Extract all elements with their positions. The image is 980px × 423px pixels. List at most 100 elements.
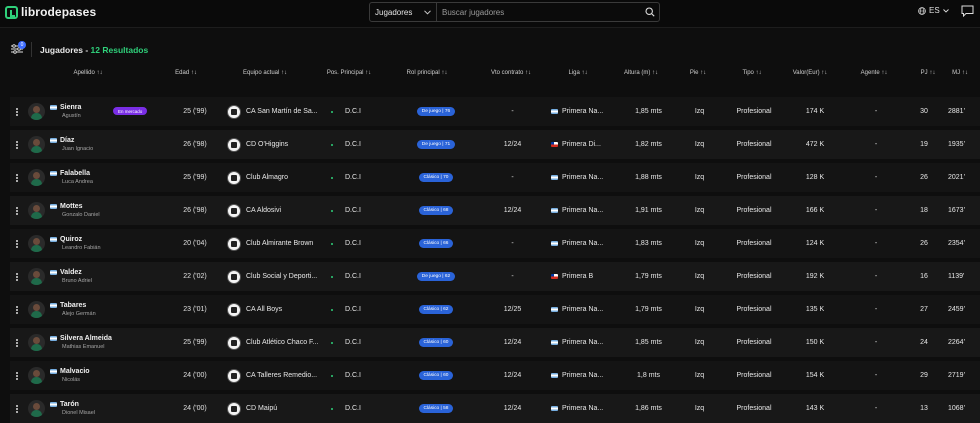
team-cell[interactable]: CA San Martín de Sa... <box>227 97 327 126</box>
team-cell[interactable]: Club Almagro <box>227 163 327 192</box>
team-cell[interactable]: CD O'Higgins <box>227 130 327 159</box>
team-cell[interactable]: CA Aldosivi <box>227 196 327 225</box>
avatar <box>28 367 45 384</box>
team-crest-icon <box>227 137 241 152</box>
language-selector[interactable]: ES <box>918 6 949 15</box>
player-surname[interactable]: Tarón <box>60 401 79 408</box>
player-surname[interactable]: Malvacio <box>60 368 90 375</box>
team-cell[interactable]: CA All Boys <box>227 295 327 324</box>
kebab-icon <box>16 176 18 179</box>
row-menu-button[interactable] <box>12 130 22 159</box>
player-name-cell[interactable]: Falabella Luca Andrea <box>50 163 175 192</box>
column-header-rol[interactable]: Rol principal ↑↓ <box>407 70 448 76</box>
table-row[interactable]: Tabares Alejo Germán 23 ('01) CA All Boy… <box>10 295 980 324</box>
search-category-select[interactable]: Jugadores <box>370 3 437 21</box>
row-menu-button[interactable] <box>12 97 22 126</box>
player-name-cell[interactable]: Silvera Almeida Mathias Emanuel <box>50 328 175 357</box>
foot-cell: Izq <box>694 108 705 115</box>
table-row[interactable]: Mottes Gonzalo Daniel 26 ('98) CA Aldosi… <box>10 196 980 225</box>
flag-icon <box>551 142 558 147</box>
row-menu-button[interactable] <box>12 295 22 324</box>
column-header-edad[interactable]: Edad ↑↓ <box>175 70 197 76</box>
avatar <box>28 169 45 186</box>
column-header-tipo[interactable]: Tipo ↑↓ <box>742 70 761 76</box>
team-cell[interactable]: CD Maipú <box>227 394 327 423</box>
league-cell: Primera Na... <box>551 97 611 126</box>
row-menu-button[interactable] <box>12 328 22 357</box>
table-row[interactable]: Malvacio Nicolás 24 ('00) CA Talleres Re… <box>10 361 980 390</box>
age-cell: 20 ('04) <box>183 240 207 247</box>
value-cell: 150 K <box>805 339 825 346</box>
column-header-posicion[interactable]: Pos. Principal ↑↓ <box>327 70 371 76</box>
position-dot-icon <box>331 407 333 410</box>
player-surname[interactable]: Díaz <box>60 137 74 144</box>
column-header-pie[interactable]: Pie ↑↓ <box>690 70 706 76</box>
chat-button[interactable] <box>961 5 974 19</box>
row-menu-button[interactable] <box>12 394 22 423</box>
player-name-cell[interactable]: Quiroz Leandro Fabián <box>50 229 175 258</box>
search-input[interactable] <box>437 3 641 21</box>
column-header-pj[interactable]: PJ ↑↓ <box>921 70 936 76</box>
avatar <box>28 103 45 120</box>
player-name-cell[interactable]: Tabares Alejo Germán <box>50 295 175 324</box>
minutes-played-cell: 2354' <box>948 240 965 247</box>
position-dot-icon <box>331 275 333 278</box>
flag-icon <box>50 303 57 308</box>
player-surname[interactable]: Quiroz <box>60 236 82 243</box>
team-cell[interactable]: Club Almirante Brown <box>227 229 327 258</box>
role-badge: De juego | 76 <box>416 107 456 116</box>
table-row[interactable]: Valdez Bruno Adriel 22 ('02) Club Social… <box>10 262 980 291</box>
player-surname[interactable]: Tabares <box>60 302 86 309</box>
player-name-cell[interactable]: Díaz Juan Ignacio <box>50 130 175 159</box>
value-cell: 174 K <box>805 108 825 115</box>
player-name-cell[interactable]: Mottes Gonzalo Daniel <box>50 196 175 225</box>
row-menu-button[interactable] <box>12 262 22 291</box>
team-cell[interactable]: Club Social y Deporti... <box>227 262 327 291</box>
table-row[interactable]: Díaz Juan Ignacio 26 ('98) CD O'Higgins … <box>10 130 980 159</box>
league-name: Primera Di... <box>562 141 601 148</box>
column-header-agente[interactable]: Agente ↑↓ <box>861 70 888 76</box>
avatar <box>28 235 45 252</box>
column-header-altura[interactable]: Altura (m) ↑↓ <box>624 70 658 76</box>
column-header-equipo[interactable]: Equipo actual ↑↓ <box>243 70 287 76</box>
logo-icon <box>5 5 18 19</box>
search-button[interactable] <box>641 3 659 21</box>
column-header-vto[interactable]: Vto contrato ↑↓ <box>491 70 531 76</box>
player-name-cell[interactable]: Malvacio Nicolás <box>50 361 175 390</box>
value-cell: 128 K <box>805 174 825 181</box>
player-surname[interactable]: Sienra <box>60 104 81 111</box>
team-name: CD Maipú <box>246 405 278 412</box>
table-row[interactable]: Quiroz Leandro Fabián 20 ('04) Club Almi… <box>10 229 980 258</box>
team-cell[interactable]: CA Talleres Remedio... <box>227 361 327 390</box>
role-cell: Clásico | 60 <box>406 361 466 390</box>
team-name: Club Almagro <box>246 174 289 181</box>
height-cell: 1,79 mts <box>635 306 662 313</box>
column-header-valor[interactable]: Valor(Eur) ↑↓ <box>793 70 828 76</box>
column-header-apellido[interactable]: Apellido ↑↓ <box>73 70 102 76</box>
table-row[interactable]: Silvera Almeida Mathias Emanuel 25 ('99)… <box>10 328 980 357</box>
row-menu-button[interactable] <box>12 163 22 192</box>
table-row[interactable]: Tarón Dionel Misael 24 ('00) CD Maipú D.… <box>10 394 980 423</box>
team-cell[interactable]: Club Atlético Chaco F... <box>227 328 327 357</box>
agent-cell: - <box>874 174 878 181</box>
team-crest-icon <box>227 104 241 119</box>
player-name-cell[interactable]: Tarón Dionel Misael <box>50 394 175 423</box>
player-name-cell[interactable]: Valdez Bruno Adriel <box>50 262 175 291</box>
column-header-liga[interactable]: Liga ↑↓ <box>568 70 587 76</box>
table-row[interactable]: Falabella Luca Andrea 25 ('99) Club Alma… <box>10 163 980 192</box>
player-firstname: Luca Andrea <box>62 179 93 185</box>
player-surname[interactable]: Mottes <box>60 203 83 210</box>
player-surname[interactable]: Valdez <box>60 269 82 276</box>
value-cell: 143 K <box>805 405 825 412</box>
row-menu-button[interactable] <box>12 196 22 225</box>
column-header-mj[interactable]: MJ ↑↓ <box>952 70 968 76</box>
row-menu-button[interactable] <box>12 361 22 390</box>
contract-cell: - <box>511 108 514 115</box>
player-surname[interactable]: Silvera Almeida <box>60 335 112 342</box>
league-name: Primera B <box>562 273 594 280</box>
table-row[interactable]: Sienra Agustín En mercado 25 ('99) CA Sa… <box>10 97 980 126</box>
player-surname[interactable]: Falabella <box>60 170 90 177</box>
position-label: D.C.I <box>345 240 361 247</box>
row-menu-button[interactable] <box>12 229 22 258</box>
logo[interactable]: librodepases <box>5 5 96 19</box>
